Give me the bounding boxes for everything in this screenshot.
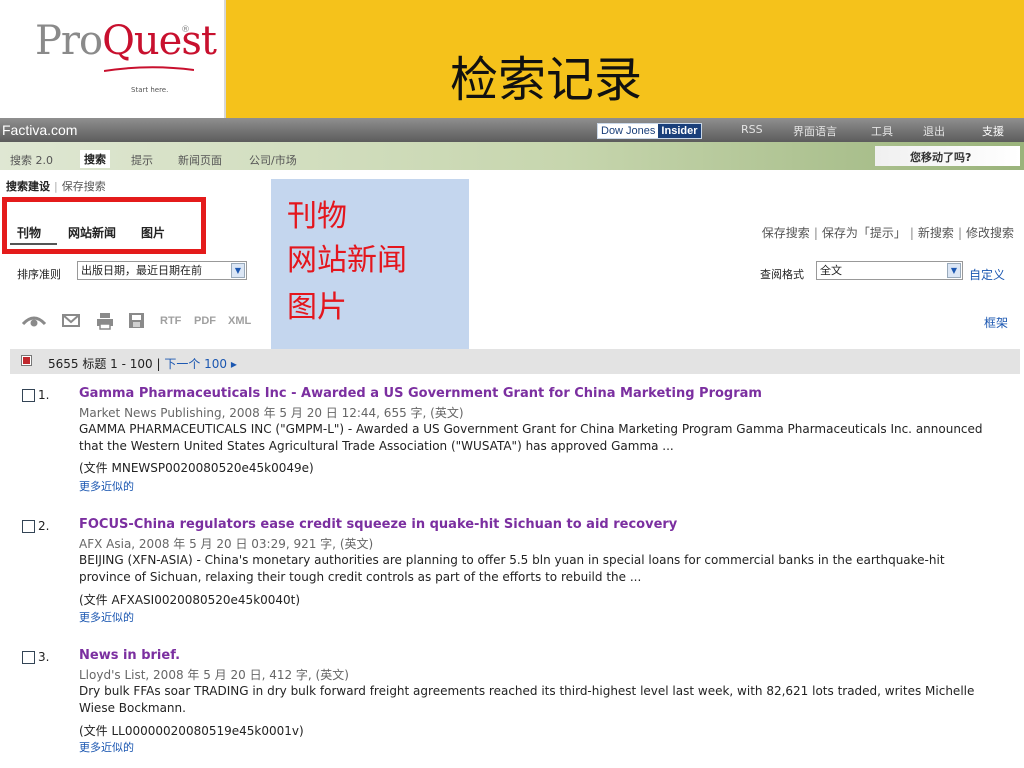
- rss-link[interactable]: RSS: [741, 123, 763, 136]
- more-like-this-link[interactable]: 更多近似的: [79, 739, 134, 755]
- registered-mark: ®: [181, 25, 190, 35]
- modify-search-link[interactable]: 修改搜索: [966, 226, 1014, 240]
- slide-header: ProQuest ® Start here. 检索记录: [0, 0, 1024, 118]
- mobile-promo-text[interactable]: 您移动了吗?: [910, 149, 971, 165]
- result-number: 2.: [38, 519, 50, 533]
- logo-quest-text: Quest: [102, 18, 217, 64]
- factiva-top-bar: Factiva.com Dow Jones Insider RSS 界面语言 工…: [0, 118, 1024, 142]
- callout-periodicals: 刊物: [287, 199, 347, 234]
- factiva-brand: Factiva.com: [2, 122, 78, 138]
- callout-web-news: 网站新闻: [287, 243, 407, 278]
- result-number: 1.: [38, 388, 50, 402]
- actions-divider: |: [813, 226, 818, 240]
- result-source: Market News Publishing, 2008 年 5 月 20 日 …: [79, 406, 464, 420]
- view-format-select[interactable]: 全文 ▼: [816, 261, 963, 280]
- logo-tagline: Start here.: [131, 86, 169, 94]
- subnav-divider: |: [54, 180, 58, 193]
- save-icon[interactable]: [128, 312, 145, 329]
- results-count: 5655 标题 1 - 100 | 下一个 100 ▸: [48, 355, 237, 372]
- support-link[interactable]: 支援: [982, 123, 1004, 139]
- nav-alerts[interactable]: 提示: [131, 152, 153, 168]
- result-snippet: BEIJING (XFN-ASIA) - China's monetary au…: [79, 553, 945, 584]
- sort-label: 排序准则: [17, 268, 61, 281]
- frames-link[interactable]: 框架: [984, 314, 1008, 331]
- result-title-link[interactable]: FOCUS-China regulators ease credit squee…: [79, 517, 677, 532]
- result-document-id: (文件 AFXASI0020080520e45k0040t): [79, 593, 301, 607]
- dow-jones-insider-badge[interactable]: Dow Jones Insider: [597, 123, 702, 139]
- result-title-link[interactable]: News in brief.: [79, 648, 180, 663]
- view-format-value: 全文: [820, 264, 842, 277]
- callout-pictures: 图片: [287, 290, 347, 325]
- xml-format-button[interactable]: XML: [228, 315, 251, 327]
- badge-insider: Insider: [658, 124, 701, 138]
- search-builder-link[interactable]: 搜索建设: [6, 180, 50, 193]
- saved-search-link[interactable]: 保存搜索: [62, 180, 106, 193]
- save-as-alert-link[interactable]: 保存为「提示」: [822, 226, 906, 240]
- rtf-format-button[interactable]: RTF: [160, 315, 181, 327]
- sort-select[interactable]: 出版日期，最近日期在前 ▼: [77, 261, 247, 280]
- view-format-label: 查阅格式: [760, 268, 804, 281]
- annotation-callout: 刊物 网站新闻 图片: [271, 179, 469, 371]
- email-icon[interactable]: [62, 312, 80, 328]
- nav-news-pages[interactable]: 新闻页面: [178, 152, 222, 168]
- proquest-logo: ProQuest ® Start here.: [0, 0, 226, 118]
- logout-link[interactable]: 退出: [923, 123, 945, 139]
- pdf-format-button[interactable]: PDF: [194, 315, 216, 327]
- logo-swoosh-icon: [104, 66, 194, 72]
- tools-link[interactable]: 工具: [871, 123, 893, 139]
- chevron-down-icon[interactable]: ▼: [947, 263, 961, 278]
- badge-dow-jones: Dow Jones: [598, 124, 659, 138]
- result-snippet: GAMMA PHARMACEUTICALS INC ("GMPM-L") - A…: [79, 422, 983, 453]
- customize-link[interactable]: 自定义: [969, 266, 1005, 283]
- result-checkbox[interactable]: [22, 651, 35, 664]
- actions-divider: |: [909, 226, 914, 240]
- result-checkbox[interactable]: [22, 520, 35, 533]
- result-document-id: (文件 MNEWSP0020080520e45k0049e): [79, 461, 314, 475]
- search-actions: 保存搜索 | 保存为「提示」 | 新搜索 | 修改搜索: [762, 224, 1014, 241]
- select-all-checkbox[interactable]: [21, 355, 32, 366]
- more-like-this-link[interactable]: 更多近似的: [79, 478, 134, 494]
- eye-icon[interactable]: [22, 312, 46, 328]
- actions-divider: |: [957, 226, 962, 240]
- print-icon[interactable]: [96, 312, 114, 330]
- logo-pro-text: Pro: [35, 18, 103, 64]
- result-source: Lloyd's List, 2008 年 5 月 20 日, 412 字, (英…: [79, 668, 349, 682]
- language-link[interactable]: 界面语言: [793, 123, 837, 139]
- result-snippet: Dry bulk FFAs soar TRADING in dry bulk f…: [79, 684, 975, 715]
- new-search-link[interactable]: 新搜索: [918, 226, 954, 240]
- nav-companies-markets[interactable]: 公司/市场: [249, 152, 297, 168]
- chevron-down-icon[interactable]: ▼: [231, 263, 245, 278]
- results-count-text: 5655 标题 1 - 100 |: [48, 357, 165, 371]
- result-number: 3.: [38, 650, 50, 664]
- nav-search[interactable]: 搜索: [80, 150, 110, 168]
- tabs-highlight-box: [2, 197, 206, 254]
- result-title-link[interactable]: Gamma Pharmaceuticals Inc - Awarded a US…: [79, 386, 762, 401]
- result-document-id: (文件 LL00000020080519e45k0001v): [79, 724, 304, 738]
- next-page-link[interactable]: 下一个 100 ▸: [164, 357, 237, 371]
- result-checkbox[interactable]: [22, 389, 35, 402]
- result-source: AFX Asia, 2008 年 5 月 20 日 03:29, 921 字, …: [79, 537, 374, 551]
- main-nav: 搜索 2.0 搜索 提示 新闻页面 公司/市场 您移动了吗?: [0, 142, 1024, 170]
- more-like-this-link[interactable]: 更多近似的: [79, 609, 134, 625]
- results-header: 5655 标题 1 - 100 | 下一个 100 ▸: [10, 349, 1020, 374]
- sort-select-value: 出版日期，最近日期在前: [81, 264, 202, 277]
- slide-title: 检索记录: [450, 52, 643, 108]
- save-search-link[interactable]: 保存搜索: [762, 226, 810, 240]
- nav-search-2[interactable]: 搜索 2.0: [10, 152, 53, 168]
- search-subnav: 搜索建设 | 保存搜索: [6, 178, 106, 194]
